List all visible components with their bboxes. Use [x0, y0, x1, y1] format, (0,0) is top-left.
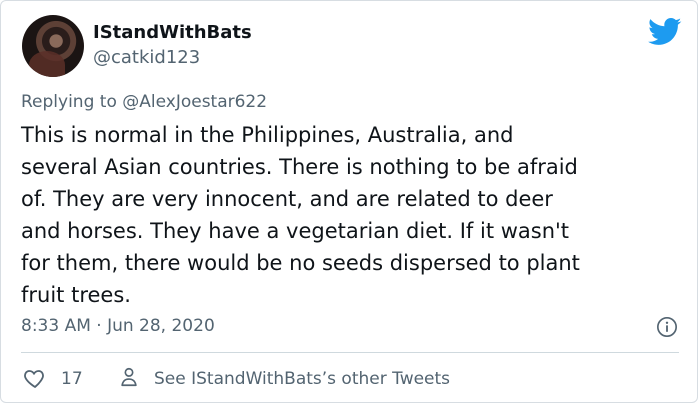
heart-outline-icon[interactable]: [23, 366, 47, 390]
display-name[interactable]: IStandWithBats: [93, 22, 252, 44]
tweet-text: This is normal in the Philippines, Austr…: [21, 123, 580, 307]
tweet-timestamp[interactable]: 8:33 AM · Jun 28, 2020: [21, 315, 215, 337]
avatar[interactable]: [22, 15, 84, 77]
replying-to-line[interactable]: Replying to @AlexJoestar622: [21, 91, 267, 113]
user-handle[interactable]: @catkid123: [93, 47, 200, 69]
like-count[interactable]: 17: [61, 368, 83, 390]
person-icon[interactable]: [118, 365, 140, 389]
twitter-bird-icon[interactable]: [648, 18, 682, 46]
divider: [21, 352, 679, 353]
info-icon[interactable]: [656, 316, 678, 338]
tweet-card: IStandWithBats @catkid123 Replying to @A…: [0, 0, 698, 403]
other-tweets-link[interactable]: See IStandWithBats’s other Tweets: [154, 368, 450, 390]
